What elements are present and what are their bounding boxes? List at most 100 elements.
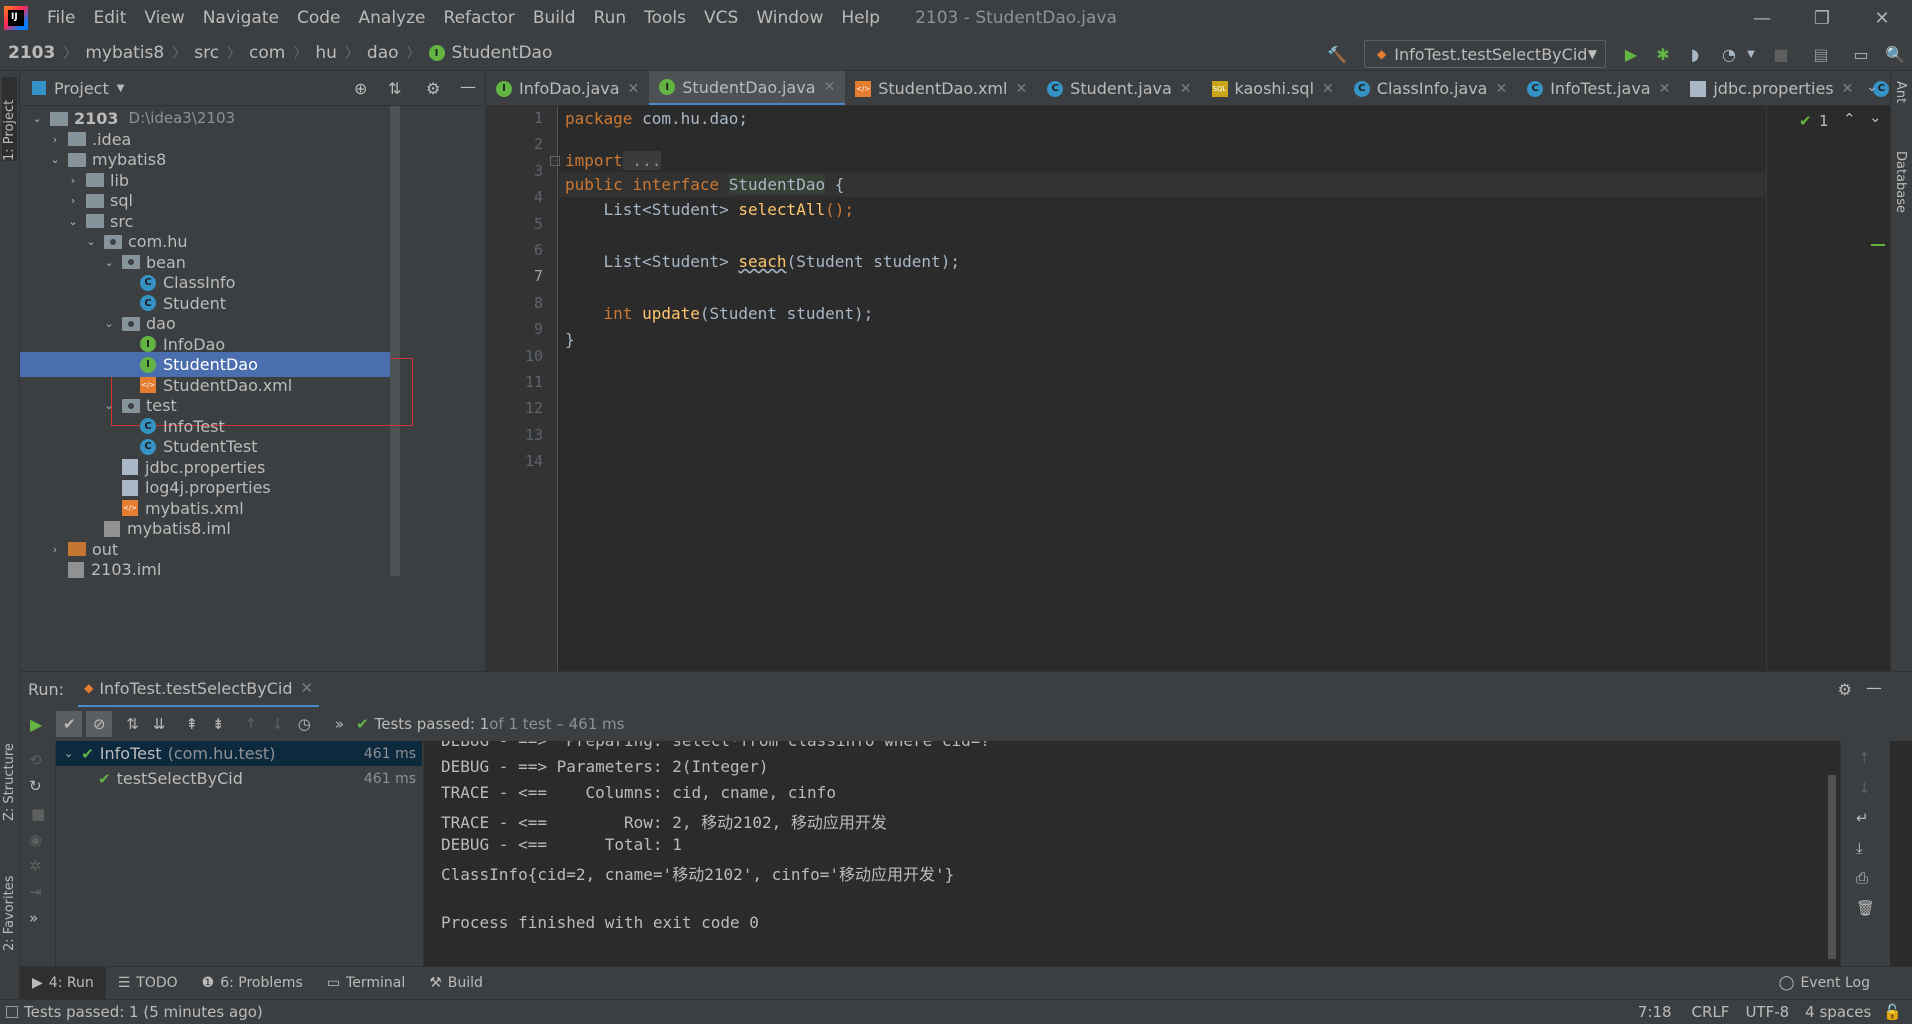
menu-code[interactable]: Code (288, 0, 350, 36)
scroll-to-end-icon[interactable]: ⤓ (1856, 839, 1863, 857)
print-icon[interactable]: ⎙ (1856, 869, 1868, 887)
tool-tab-favorites[interactable]: 2: Favorites (2, 861, 17, 951)
tool-tab-structure[interactable]: Z: Structure (2, 731, 17, 821)
chevron-down-icon[interactable]: ⌄ (102, 250, 116, 275)
event-log-button[interactable]: ◯ Event Log (1767, 967, 1882, 1000)
editor-tab-infodao-java[interactable]: I InfoDao.java ✕ (486, 71, 649, 105)
menu-view[interactable]: View (135, 0, 193, 36)
run-icon[interactable]: ▶ (1620, 43, 1642, 65)
file-encoding[interactable]: UTF-8 (1745, 1003, 1789, 1021)
up-icon[interactable]: ↑ (1858, 749, 1871, 767)
soft-wrap-icon[interactable]: ↵ (1856, 809, 1869, 827)
lock-icon[interactable]: 🔓 (1883, 1003, 1902, 1021)
settings-icon[interactable]: ✲ (29, 857, 42, 875)
menu-file[interactable]: File (38, 0, 84, 36)
inspection-count[interactable]: 1 (1819, 112, 1829, 130)
panel-toggle-icon[interactable] (6, 1006, 18, 1018)
next-failed-icon[interactable]: ↓ (271, 715, 284, 733)
project-structure-icon[interactable]: ▤ (1810, 43, 1832, 65)
exit-icon[interactable]: ⇥ (29, 883, 42, 901)
tab-build[interactable]: ⚒ Build (417, 967, 495, 1000)
run-configuration-selector[interactable]: ◆ InfoTest.testSelectByCid ▼ (1364, 40, 1606, 68)
menu-vcs[interactable]: VCS (695, 0, 747, 36)
run-tab[interactable]: ◆ InfoTest.testSelectByCid ✕ (78, 672, 320, 708)
trash-icon[interactable]: 🗑 (1856, 899, 1875, 917)
close-icon[interactable]: ✕ (1180, 81, 1192, 97)
camera-icon[interactable]: ◉ (29, 831, 42, 849)
editor-tab-classinfo-java[interactable]: C ClassInfo.java ✕ (1344, 71, 1517, 105)
prev-failed-icon[interactable]: ↑ (245, 715, 258, 733)
chevron-down-icon[interactable]: ⌄ (102, 311, 116, 336)
console-output[interactable]: DEBUG - ==> Preparing: select*from class… (424, 741, 1840, 966)
menu-window[interactable]: Window (747, 0, 832, 36)
sort-duration-icon[interactable]: ⇊ (153, 715, 166, 733)
code-editor[interactable]: package com.hu.dao; import ... public in… (550, 106, 1766, 671)
collapse-all-icon[interactable]: ⇟ (212, 715, 225, 733)
menu-analyze[interactable]: Analyze (350, 0, 435, 36)
close-button[interactable]: ✕ (1852, 0, 1912, 36)
stop-icon[interactable]: ■ (1770, 43, 1792, 65)
breadcrumb-project[interactable]: 2103 (8, 43, 55, 63)
chevron-down-icon[interactable]: ⌄ (48, 147, 62, 172)
locate-icon[interactable]: ⊕ (354, 79, 367, 98)
toggle-auto-test-icon[interactable]: ⟲ (29, 751, 42, 769)
chevron-down-icon[interactable]: ⌄ (84, 229, 98, 254)
chevron-down-icon[interactable]: ▼ (117, 83, 125, 94)
hide-icon[interactable]: — (460, 77, 476, 96)
profile-icon[interactable]: ◔ (1718, 43, 1740, 65)
close-icon[interactable]: ✕ (824, 79, 836, 95)
minimize-button[interactable]: — (1732, 0, 1792, 36)
breadcrumb-module[interactable]: mybatis8 (85, 43, 164, 63)
sort-alpha-icon[interactable]: ⇅ (126, 715, 139, 733)
menu-tools[interactable]: Tools (635, 0, 695, 36)
close-icon[interactable]: ✕ (1659, 81, 1671, 97)
console-scrollbar[interactable] (1828, 775, 1836, 959)
editor-tab-studentdao-xml[interactable]: </> StudentDao.xml ✕ (845, 71, 1037, 105)
caret-position[interactable]: 7:18 (1638, 1003, 1672, 1021)
tabs-overflow-chevron-icon[interactable]: ⌄ (1866, 79, 1878, 95)
show-ignored-icon[interactable]: ⊘ (86, 711, 113, 737)
close-icon[interactable]: ✕ (1322, 81, 1334, 97)
tab-terminal[interactable]: ▭ Terminal (315, 967, 417, 1000)
breadcrumb-file[interactable]: StudentDao (452, 43, 553, 63)
editor-tab-studentdao-java[interactable]: I StudentDao.java ✕ (649, 71, 846, 105)
project-panel-title[interactable]: Project (54, 79, 109, 98)
toolbox-icon[interactable]: ▭ (1850, 43, 1872, 65)
stop-icon[interactable]: ■ (31, 805, 45, 823)
tool-tab-project[interactable]: 1: Project (2, 77, 17, 161)
rerun-failed-icon[interactable]: ↻ (29, 777, 42, 795)
more-chevron-icon[interactable]: » (335, 715, 344, 733)
breadcrumb-src[interactable]: src (194, 43, 219, 63)
tool-tab-ant[interactable]: Ant (1893, 81, 1908, 121)
test-method-row[interactable]: ✔ testSelectByCid 461 ms (56, 766, 422, 791)
profile-chevron-icon[interactable]: ▼ (1740, 43, 1762, 65)
coverage-icon[interactable]: ◗ (1684, 43, 1706, 65)
indent-setting[interactable]: 4 spaces (1805, 1003, 1871, 1021)
down-icon[interactable]: ↓ (1858, 779, 1871, 797)
chevron-up-icon[interactable]: ⌃ (1843, 110, 1856, 128)
build-hammer-icon[interactable]: 🔨 (1326, 43, 1348, 65)
history-icon[interactable]: ◷ (298, 715, 311, 733)
tab-todo[interactable]: ☰ TODO (106, 967, 190, 1000)
gear-icon[interactable]: ⚙ (426, 79, 440, 98)
tool-tab-database[interactable]: Database (1893, 151, 1908, 241)
chevron-down-icon[interactable]: ⌄ (1869, 108, 1882, 126)
tab-problems[interactable]: ❶ 6: Problems (190, 967, 315, 1000)
editor-tab-jdbc-properties[interactable]: jdbc.properties ✕ (1680, 71, 1863, 105)
restore-button[interactable]: ❐ (1792, 0, 1852, 36)
line-separator[interactable]: CRLF (1692, 1003, 1730, 1021)
close-icon[interactable]: ✕ (1015, 81, 1027, 97)
fold-icon[interactable]: - (550, 156, 560, 166)
debug-icon[interactable]: ✱ (1652, 43, 1674, 65)
menu-build[interactable]: Build (524, 0, 585, 36)
expand-all-icon[interactable]: ⇞ (185, 715, 198, 733)
breadcrumb-dao[interactable]: dao (367, 43, 399, 63)
rerun-icon[interactable]: ▶ (30, 715, 42, 734)
gear-icon[interactable]: ⚙ (1838, 680, 1852, 699)
close-icon[interactable]: ✕ (1495, 81, 1507, 97)
chevron-down-icon[interactable]: ⌄ (66, 209, 80, 234)
test-class-row[interactable]: ⌄ ✔ InfoTest (com.hu.test) 461 ms (56, 741, 422, 766)
breadcrumb-com[interactable]: com (249, 43, 285, 63)
chevron-down-icon[interactable]: ⌄ (102, 393, 116, 418)
breadcrumb-hu[interactable]: hu (315, 43, 337, 63)
